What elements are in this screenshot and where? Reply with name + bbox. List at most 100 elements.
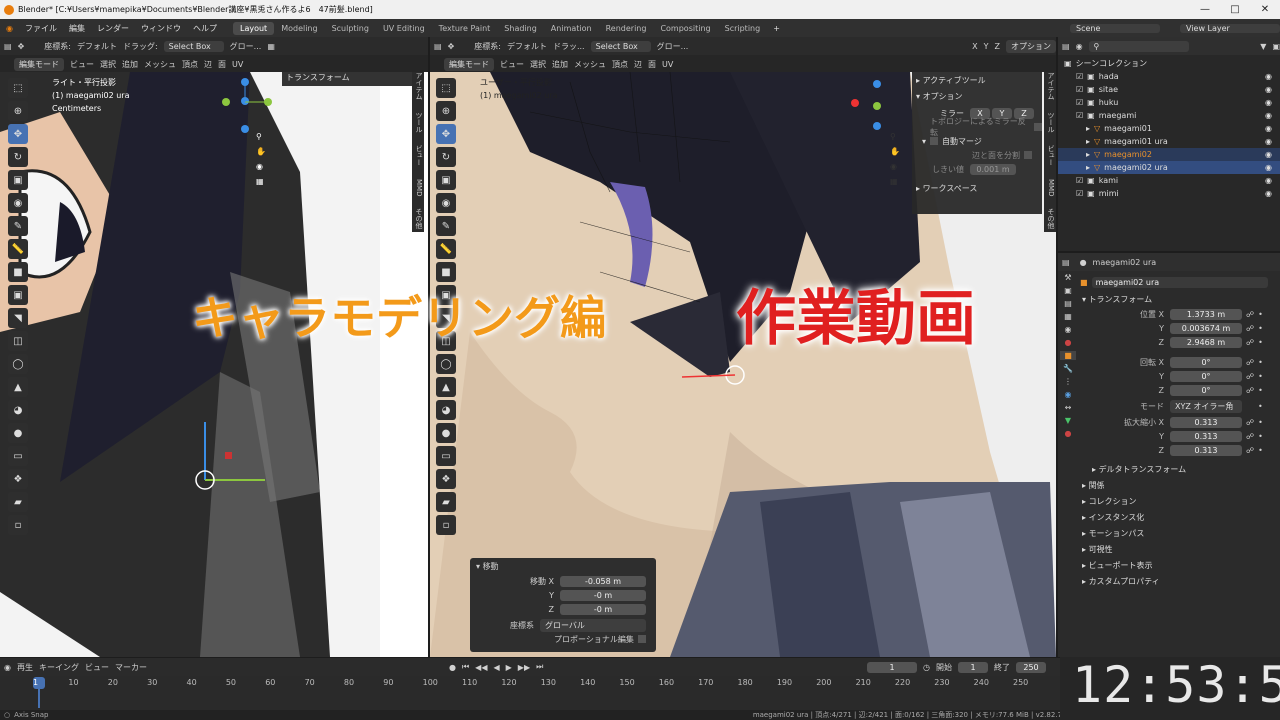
- menu-file[interactable]: ファイル: [19, 23, 63, 34]
- smooth-tool-icon-2[interactable]: ●: [436, 423, 456, 443]
- view-layer-selector[interactable]: View Layer: [1180, 23, 1280, 33]
- split-checkbox[interactable]: [1024, 151, 1032, 159]
- tab-item-2[interactable]: アイテム: [1047, 72, 1055, 100]
- scale-y-field[interactable]: 0.313: [1170, 430, 1242, 442]
- keyframe-dot-icon[interactable]: •: [1258, 432, 1263, 441]
- rotation-y-field[interactable]: 0°: [1170, 370, 1242, 382]
- tab-scripting[interactable]: Scripting: [718, 22, 768, 35]
- menu-face-2[interactable]: 面: [648, 59, 656, 70]
- viewport2-canvas[interactable]: ユーザー・平行投影 (1) maegami02 ura ⚲ ✋ ◉ ▦ ▸ アク…: [430, 72, 1056, 657]
- annotate-tool-icon-2[interactable]: ✎: [436, 216, 456, 236]
- play-icon[interactable]: ▶: [506, 663, 512, 672]
- outliner-row[interactable]: ▸ ▽ maegami02 ◉: [1058, 148, 1280, 161]
- lock-icon[interactable]: ☍: [1246, 446, 1254, 455]
- edge-slide-tool-icon[interactable]: ▭: [8, 446, 28, 466]
- expand-arrow-icon[interactable]: ▸: [1086, 124, 1090, 133]
- blender-menu-icon[interactable]: ◉: [0, 24, 19, 33]
- camera-icon[interactable]: ◉: [256, 162, 266, 171]
- clock-icon[interactable]: ◷: [923, 663, 930, 672]
- material-tab-icon[interactable]: ●: [1065, 429, 1072, 438]
- particles-tab-icon[interactable]: ⋮: [1064, 377, 1072, 386]
- lock-icon[interactable]: ☍: [1246, 432, 1254, 441]
- move-x-field[interactable]: -0.058 m: [560, 575, 646, 587]
- scale-x-field[interactable]: 0.313: [1170, 416, 1242, 428]
- outliner-row[interactable]: ☑ ▣ maegami ◉: [1058, 109, 1280, 122]
- outliner-search[interactable]: ⚲: [1088, 40, 1189, 52]
- jump-start-icon[interactable]: ⏮: [462, 662, 469, 672]
- bevel-tool-icon[interactable]: ◥: [8, 308, 28, 328]
- shear-tool-icon-2[interactable]: ▰: [436, 492, 456, 512]
- extrude-tool-icon-2[interactable]: ■: [436, 262, 456, 282]
- mirror-z-toggle[interactable]: Z: [995, 42, 1000, 51]
- tab-sculpting[interactable]: Sculpting: [325, 22, 376, 35]
- rotate-tool-icon[interactable]: ↻: [8, 147, 28, 167]
- motion-paths-section[interactable]: ▸ モーションパス: [1080, 525, 1278, 541]
- render-tab-icon[interactable]: ▣: [1064, 286, 1072, 295]
- keyframe-dot-icon[interactable]: •: [1258, 358, 1263, 367]
- menu-marker[interactable]: マーカー: [115, 662, 147, 673]
- tab-view[interactable]: ビュー: [415, 145, 423, 166]
- expand-arrow-icon[interactable]: ▸: [1086, 163, 1090, 172]
- play-reverse-icon[interactable]: ◀: [493, 663, 499, 672]
- visibility-eye-icon[interactable]: ◉: [1265, 189, 1272, 198]
- next-key-icon[interactable]: ▶▶: [518, 663, 530, 672]
- data-tab-icon[interactable]: ▼: [1065, 416, 1071, 425]
- pan-hand-icon-2[interactable]: ✋: [890, 147, 900, 156]
- menu-edit[interactable]: 編集: [63, 23, 91, 34]
- drag-dropdown[interactable]: Select Box: [163, 40, 224, 52]
- menu-uv[interactable]: UV: [232, 60, 243, 69]
- keyframe-dot-icon[interactable]: •: [1258, 310, 1263, 319]
- keyframe-dot-icon[interactable]: •: [1258, 324, 1263, 333]
- mode-dropdown-2[interactable]: 編集モード: [444, 57, 494, 71]
- orientation-dropdown-2[interactable]: グロー...: [657, 41, 689, 52]
- menu-vertex-2[interactable]: 頂点: [612, 59, 628, 70]
- output-tab-icon[interactable]: ▤: [1064, 299, 1072, 308]
- visibility-eye-icon[interactable]: ◉: [1265, 163, 1272, 172]
- scale-tool-icon-2[interactable]: ▣: [436, 170, 456, 190]
- options-dropdown[interactable]: オプション: [1006, 39, 1056, 53]
- tab-item[interactable]: アイテム: [415, 72, 423, 100]
- select-box-tool-icon-2[interactable]: ⬚: [436, 78, 456, 98]
- scene-tab-icon[interactable]: ◉: [1065, 325, 1072, 334]
- active-tool-section[interactable]: ▸ アクティブツール: [912, 72, 1042, 88]
- keyframe-dot-icon[interactable]: •: [1258, 418, 1263, 427]
- coord-dropdown[interactable]: デフォルト: [77, 41, 117, 52]
- transform-panel-header[interactable]: トランスフォーム: [286, 73, 350, 82]
- viewport1-canvas[interactable]: ライト・平行投影 (1) maegami02 ura Centimeters ト…: [0, 72, 428, 657]
- transform-tool-icon-2[interactable]: ◉: [436, 193, 456, 213]
- select-box-tool-icon[interactable]: ⬚: [8, 78, 28, 98]
- automerge-checkbox[interactable]: [930, 137, 939, 145]
- rip-tool-icon[interactable]: ▫: [8, 515, 28, 535]
- expand-arrow-icon[interactable]: ▸: [1086, 137, 1090, 146]
- scale-tool-icon[interactable]: ▣: [8, 170, 28, 190]
- rip-tool-icon-2[interactable]: ▫: [436, 515, 456, 535]
- move-y-field[interactable]: -0 m: [560, 589, 646, 601]
- location-y-field[interactable]: 0.003674 m: [1170, 322, 1242, 334]
- timeline-ruler[interactable]: 1 10 20 30 40 50 60 70 80 90 100 110 120 130 140 150 160…: [0, 676, 1060, 710]
- pin-icon[interactable]: ●: [1080, 258, 1087, 267]
- pan-hand-icon[interactable]: ✋: [256, 147, 266, 156]
- scene-selector[interactable]: Scene: [1070, 23, 1160, 33]
- tab-layout[interactable]: Layout: [232, 21, 275, 35]
- jump-end-icon[interactable]: ⏭: [536, 662, 543, 672]
- scale-z-field[interactable]: 0.313: [1170, 444, 1242, 456]
- menu-timeline-view[interactable]: ビュー: [85, 662, 109, 673]
- viewport-display-section[interactable]: ▸ ビューポート表示: [1080, 557, 1278, 573]
- world-tab-icon[interactable]: ●: [1065, 338, 1072, 347]
- rotation-z-field[interactable]: 0°: [1170, 384, 1242, 396]
- menu-uv-2[interactable]: UV: [662, 60, 673, 69]
- physics-tab-icon[interactable]: ◉: [1065, 390, 1072, 399]
- move-z-field[interactable]: -0 m: [560, 603, 646, 615]
- include-checkbox-icon[interactable]: ☑: [1076, 189, 1083, 198]
- topology-mirror-checkbox[interactable]: [1034, 123, 1042, 131]
- zoom-icon[interactable]: ⚲: [256, 132, 266, 141]
- visibility-eye-icon[interactable]: ◉: [1265, 72, 1272, 81]
- mirror-x-toggle[interactable]: X: [972, 42, 977, 51]
- coord-dropdown-2[interactable]: デフォルト: [507, 41, 547, 52]
- menu-mesh-2[interactable]: メッシュ: [574, 59, 606, 70]
- tab-tool-2[interactable]: ツール: [1047, 112, 1055, 133]
- tab-uv-editing[interactable]: UV Editing: [376, 22, 432, 35]
- rotate-tool-icon-2[interactable]: ↻: [436, 147, 456, 167]
- tab-mmd-2[interactable]: MMD: [1047, 179, 1055, 196]
- knife-tool-icon[interactable]: ◯: [8, 354, 28, 374]
